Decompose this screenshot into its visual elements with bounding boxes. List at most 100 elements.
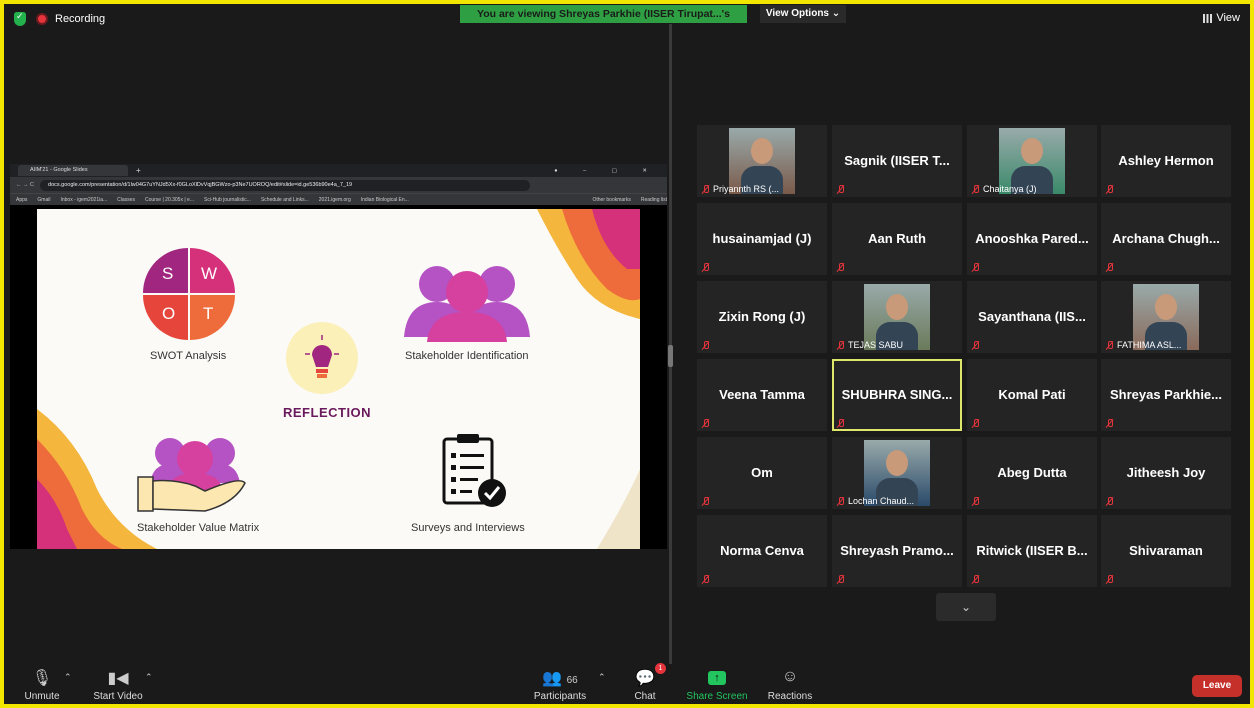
participant-caption — [1105, 419, 1114, 428]
swot-letter-o: O — [162, 304, 176, 323]
participant-name: Ritwick (IISER B... — [976, 543, 1088, 558]
bookmark-item: Classes — [117, 196, 135, 203]
leave-button[interactable]: Leave — [1192, 675, 1242, 697]
participant-name: husainamjad (J) — [712, 231, 812, 246]
participant-name: Priyannth RS (... — [713, 184, 780, 194]
view-options-button[interactable]: View Options ⌄ — [760, 5, 846, 23]
chat-button[interactable]: 💬 1 Chat — [630, 663, 666, 702]
reactions-button[interactable]: ☺ Reactions — [764, 668, 816, 702]
participant-tile[interactable]: Aan Ruth — [832, 203, 962, 275]
participant-caption: Priyannth RS (... — [701, 184, 779, 194]
bookmark-item: Apps — [16, 196, 28, 203]
view-options-label: View Options — [765, 8, 829, 19]
muted-mic-icon — [971, 263, 980, 272]
video-options-caret[interactable]: ⌃ — [145, 672, 153, 683]
muted-mic-icon — [701, 184, 710, 194]
split-divider[interactable] — [669, 24, 672, 664]
participant-name: Shreyas Parkhie... — [1109, 387, 1222, 402]
surveys-label: Surveys and Interviews — [411, 522, 525, 534]
participant-name: Aan Ruth — [868, 231, 926, 246]
chevron-down-icon: ⌄ — [960, 600, 972, 614]
people-icon: 👥 — [542, 670, 563, 687]
viewing-banner: You are viewing Shreyas Parkhie (IISER T… — [460, 5, 747, 38]
unmute-label: Unmute — [24, 691, 60, 702]
checklist-icon — [442, 434, 506, 507]
stakeholder-identification-label: Stakeholder Identification — [405, 350, 529, 362]
participant-caption — [971, 497, 980, 506]
participant-name: Shivaraman — [1129, 543, 1203, 558]
participant-name: Zixin Rong (J) — [718, 309, 806, 324]
participant-tile[interactable]: Norma Cenva — [697, 515, 827, 587]
unmute-button[interactable]: 🎙 Unmute — [22, 668, 62, 702]
participant-caption — [701, 341, 710, 350]
muted-mic-icon — [701, 497, 710, 506]
participant-name: Ashley Hermon — [1118, 153, 1214, 168]
participant-name: Komal Pati — [998, 387, 1066, 402]
participant-tile[interactable]: Archana Chugh... — [1101, 203, 1231, 275]
muted-mic-icon — [836, 185, 845, 194]
record-icon — [36, 13, 48, 25]
bookmark-item: Other bookmarks — [592, 196, 631, 203]
audio-options-caret[interactable]: ⌃ — [64, 672, 72, 683]
participant-tile[interactable]: SHUBHRA SING... — [832, 359, 962, 431]
participant-tile[interactable]: husainamjad (J) — [697, 203, 827, 275]
nav-icons: ← → C — [16, 182, 35, 188]
participant-caption: FATHIMA ASL... — [1105, 340, 1181, 350]
participant-tile[interactable]: Shreyas Parkhie... — [1101, 359, 1231, 431]
participant-tile[interactable]: TEJAS SABU — [832, 281, 962, 353]
swot-letter-w: W — [201, 264, 218, 283]
participant-name: Sayanthana (IIS... — [978, 309, 1086, 324]
participants-button[interactable]: 👥 66 Participants — [530, 668, 590, 702]
participant-tile[interactable]: Ashley Hermon — [1101, 125, 1231, 197]
muted-mic-icon — [1105, 497, 1114, 506]
participant-tile[interactable]: Ritwick (IISER B... — [967, 515, 1097, 587]
participant-name: Abeg Dutta — [997, 465, 1067, 480]
participant-tile[interactable]: Chaitanya (J) — [967, 125, 1097, 197]
participant-name: Om — [751, 465, 773, 480]
divider-handle[interactable] — [668, 345, 673, 367]
muted-mic-icon — [836, 419, 845, 428]
participant-tile[interactable]: Sayanthana (IIS... — [967, 281, 1097, 353]
participant-tile[interactable]: Komal Pati — [967, 359, 1097, 431]
muted-mic-icon — [1105, 340, 1114, 350]
chat-badge: 1 — [655, 663, 666, 674]
participant-caption — [701, 419, 710, 428]
video-off-icon: ▮◀ — [107, 670, 129, 687]
muted-mic-icon — [701, 575, 710, 584]
bookmark-item: 2021.igem.org — [318, 196, 351, 203]
participant-name: Chaitanya (J) — [983, 184, 1037, 194]
participant-tile[interactable]: Anooshka Pared... — [967, 203, 1097, 275]
chat-label: Chat — [634, 691, 656, 702]
participant-tile[interactable]: FATHIMA ASL... — [1101, 281, 1231, 353]
participant-caption — [1105, 263, 1114, 272]
share-screen-button[interactable]: ↑ Share Screen — [686, 668, 748, 702]
participant-name: Norma Cenva — [720, 543, 804, 558]
participant-tile[interactable]: Jitheesh Joy — [1101, 437, 1231, 509]
browser-address-bar: ← → C docs.google.com/presentation/d/1lw… — [10, 177, 667, 193]
participant-tile[interactable]: Abeg Dutta — [967, 437, 1097, 509]
browser-tab-strip: AIIM'21 - Google Slides + ● – ▢ ✕ — [10, 164, 667, 177]
window-controls: ● – ▢ ✕ — [554, 167, 659, 174]
next-page-button[interactable]: ⌄ — [936, 593, 996, 621]
muted-mic-icon — [1105, 263, 1114, 272]
participant-tile[interactable]: Om — [697, 437, 827, 509]
participant-tile[interactable]: Lochan Chaud... — [832, 437, 962, 509]
view-button[interactable]: View — [1203, 12, 1240, 24]
participant-tile[interactable]: Priyannth RS (... — [697, 125, 827, 197]
hand-people-icon — [137, 438, 246, 512]
recording-indicator: Recording — [14, 11, 105, 26]
participant-tile[interactable]: Sagnik (IISER T... — [832, 125, 962, 197]
url-field: docs.google.com/presentation/d/1lw04G7uY… — [40, 179, 531, 191]
participant-name: TEJAS SABU — [848, 340, 904, 350]
start-video-button[interactable]: ▮◀ Start Video — [90, 668, 146, 702]
participant-tile[interactable]: Shivaraman — [1101, 515, 1231, 587]
participant-tile[interactable]: Veena Tamma — [697, 359, 827, 431]
muted-mic-icon — [971, 497, 980, 506]
muted-mic-icon — [1105, 575, 1114, 584]
reactions-icon: ☺ — [781, 668, 799, 685]
participant-tile[interactable]: Shreyash Pramo... — [832, 515, 962, 587]
participants-options-caret[interactable]: ⌃ — [598, 672, 606, 683]
participant-caption — [971, 575, 980, 584]
muted-mic-icon — [701, 341, 710, 350]
participant-tile[interactable]: Zixin Rong (J) — [697, 281, 827, 353]
